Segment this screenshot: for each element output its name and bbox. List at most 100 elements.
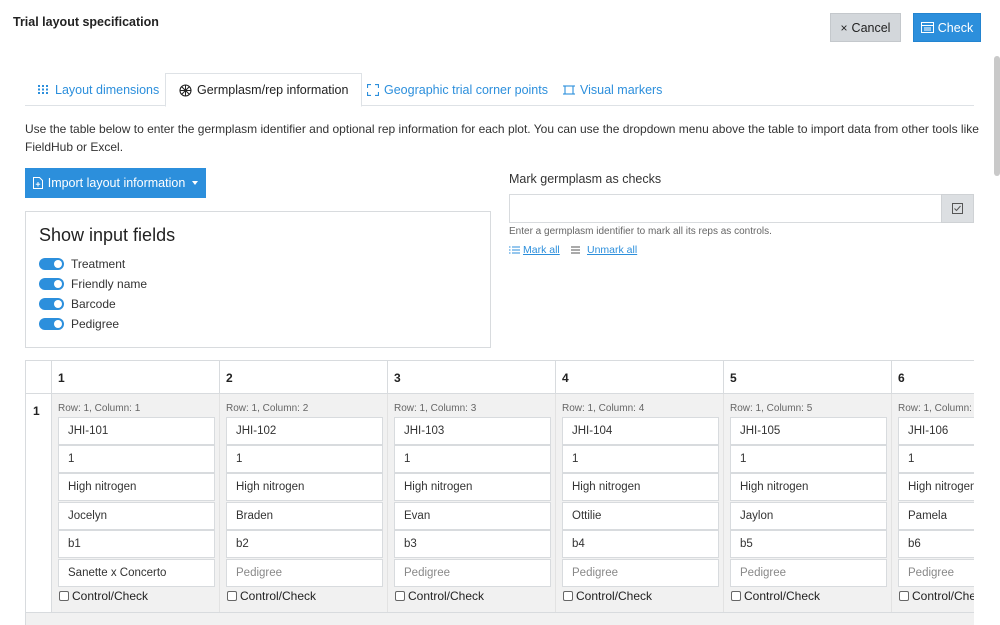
- tab-label: Germplasm/rep information: [197, 83, 349, 97]
- germplasm-input[interactable]: JHI-105: [730, 417, 887, 445]
- pedigree-input[interactable]: Pedigree: [394, 559, 551, 587]
- barcode-input[interactable]: b3: [394, 530, 551, 558]
- check-square-icon: [952, 203, 963, 214]
- friendly-name-input[interactable]: Ottilie: [562, 502, 719, 530]
- toggle-label: Barcode: [71, 297, 116, 311]
- check-button-label: Check: [937, 20, 974, 35]
- import-layout-button[interactable]: Import layout information: [25, 168, 206, 198]
- control-checkbox[interactable]: [59, 591, 69, 601]
- treatment-input[interactable]: High nitrogen: [730, 473, 887, 501]
- rep-input[interactable]: 1: [226, 445, 383, 473]
- mark-checks-label: Mark germplasm as checks: [509, 172, 662, 186]
- toggle-label: Pedigree: [71, 317, 120, 331]
- treatment-input[interactable]: High nitrogen: [394, 473, 551, 501]
- pedigree-input[interactable]: Pedigree: [226, 559, 383, 587]
- rep-input[interactable]: 1: [898, 445, 974, 473]
- cell-caption: Row: 1, Column: 5: [730, 403, 813, 414]
- column-header: 4: [556, 361, 724, 394]
- chevron-down-icon: [192, 181, 199, 185]
- description-text: Use the table below to enter the germpla…: [25, 122, 979, 154]
- row-header: 1: [26, 394, 52, 612]
- control-checkbox[interactable]: [395, 591, 405, 601]
- unmark-all-link[interactable]: Unmark all: [571, 244, 637, 256]
- friendly-name-input[interactable]: Evan: [394, 502, 551, 530]
- tab-layout-dimensions[interactable]: Layout dimensions: [25, 73, 172, 106]
- barcode-switch[interactable]: [39, 298, 64, 310]
- barcode-input[interactable]: b4: [562, 530, 719, 558]
- control-checkbox[interactable]: [227, 591, 237, 601]
- control-check: Control/Check: [899, 589, 974, 603]
- plot-cell: Row: 1, Column: 2 JHI-102 1 High nitroge…: [220, 394, 388, 612]
- control-checkbox[interactable]: [563, 591, 573, 601]
- grid-corner: [26, 361, 52, 394]
- page-scrollbar[interactable]: [994, 56, 1000, 176]
- germplasm-input[interactable]: JHI-101: [58, 417, 215, 445]
- germplasm-input[interactable]: JHI-104: [562, 417, 719, 445]
- toggle-barcode: Barcode: [39, 296, 116, 312]
- friendly-name-input[interactable]: Jocelyn: [58, 502, 215, 530]
- pedigree-switch[interactable]: [39, 318, 64, 330]
- show-input-fields-panel: Show input fields Treatment Friendly nam…: [25, 211, 491, 348]
- close-icon: ×: [840, 20, 848, 35]
- column-header: 5: [724, 361, 892, 394]
- tab-label: Layout dimensions: [55, 82, 160, 97]
- barcode-input[interactable]: b2: [226, 530, 383, 558]
- tab-geographic-corners[interactable]: Geographic trial corner points: [354, 73, 561, 106]
- pedigree-input[interactable]: Pedigree: [898, 559, 974, 587]
- control-check-label: Control/Check: [912, 589, 974, 603]
- barcode-input[interactable]: b5: [730, 530, 887, 558]
- tab-visual-markers[interactable]: Visual markers: [550, 73, 675, 106]
- plot-cell: Row: 1, Column: 3 JHI-103 1 High nitroge…: [388, 394, 556, 612]
- rep-input[interactable]: 1: [58, 445, 215, 473]
- column-header: 1: [52, 361, 220, 394]
- friendly-name-input[interactable]: Pamela: [898, 502, 974, 530]
- pedigree-input[interactable]: Pedigree: [730, 559, 887, 587]
- mark-all-link[interactable]: Mark all: [509, 244, 560, 256]
- rep-input[interactable]: 1: [730, 445, 887, 473]
- friendly-name-input[interactable]: Jaylon: [730, 502, 887, 530]
- plot-cell: Row: 1, Column: 1 JHI-101 1 High nitroge…: [52, 394, 220, 612]
- grid-row-2-partial: [26, 612, 974, 625]
- friendly-name-switch[interactable]: [39, 278, 64, 290]
- control-checkbox[interactable]: [899, 591, 909, 601]
- treatment-input[interactable]: High nitrogen: [898, 473, 974, 501]
- rep-input[interactable]: 1: [394, 445, 551, 473]
- cell-caption: Row: 1, Column: 1: [58, 403, 141, 414]
- germplasm-input[interactable]: JHI-106: [898, 417, 974, 445]
- treatment-input[interactable]: High nitrogen: [226, 473, 383, 501]
- cancel-button[interactable]: × Cancel: [830, 13, 901, 42]
- friendly-name-input[interactable]: Braden: [226, 502, 383, 530]
- control-check-label: Control/Check: [240, 589, 317, 603]
- page-title: Trial layout specification: [13, 15, 159, 29]
- control-check-label: Control/Check: [72, 589, 149, 603]
- rep-input[interactable]: 1: [562, 445, 719, 473]
- barcode-input[interactable]: b6: [898, 530, 974, 558]
- mark-submit-button[interactable]: [941, 194, 974, 223]
- control-check-label: Control/Check: [576, 589, 653, 603]
- modal-header: Trial layout specification × Cancel Chec…: [0, 0, 1000, 58]
- column-header: 6: [892, 361, 974, 394]
- mark-germplasm-input[interactable]: [509, 194, 942, 223]
- germplasm-input[interactable]: JHI-103: [394, 417, 551, 445]
- tab-label: Visual markers: [580, 82, 663, 97]
- toggle-friendly-name: Friendly name: [39, 276, 147, 292]
- treatment-input[interactable]: High nitrogen: [562, 473, 719, 501]
- treatment-input[interactable]: High nitrogen: [58, 473, 215, 501]
- cell-caption: Row: 1, Column: 6: [898, 403, 974, 414]
- control-check: Control/Check: [227, 589, 316, 603]
- unmark-all-label: Unmark all: [587, 244, 638, 256]
- check-button[interactable]: Check: [913, 13, 981, 42]
- mark-all-label: Mark all: [523, 244, 560, 256]
- barcode-input[interactable]: b1: [58, 530, 215, 558]
- tab-germplasm-rep[interactable]: Germplasm/rep information: [165, 73, 363, 107]
- control-checkbox[interactable]: [731, 591, 741, 601]
- plot-cell: Row: 1, Column: 6 JHI-106 1 High nitroge…: [892, 394, 974, 612]
- check-table-icon: [920, 22, 934, 33]
- control-check: Control/Check: [59, 589, 148, 603]
- control-check: Control/Check: [395, 589, 484, 603]
- treatment-switch[interactable]: [39, 258, 64, 270]
- pedigree-input[interactable]: Pedigree: [562, 559, 719, 587]
- germplasm-input[interactable]: JHI-102: [226, 417, 383, 445]
- corners-icon: [367, 83, 379, 96]
- pedigree-input[interactable]: Sanette x Concerto: [58, 559, 215, 587]
